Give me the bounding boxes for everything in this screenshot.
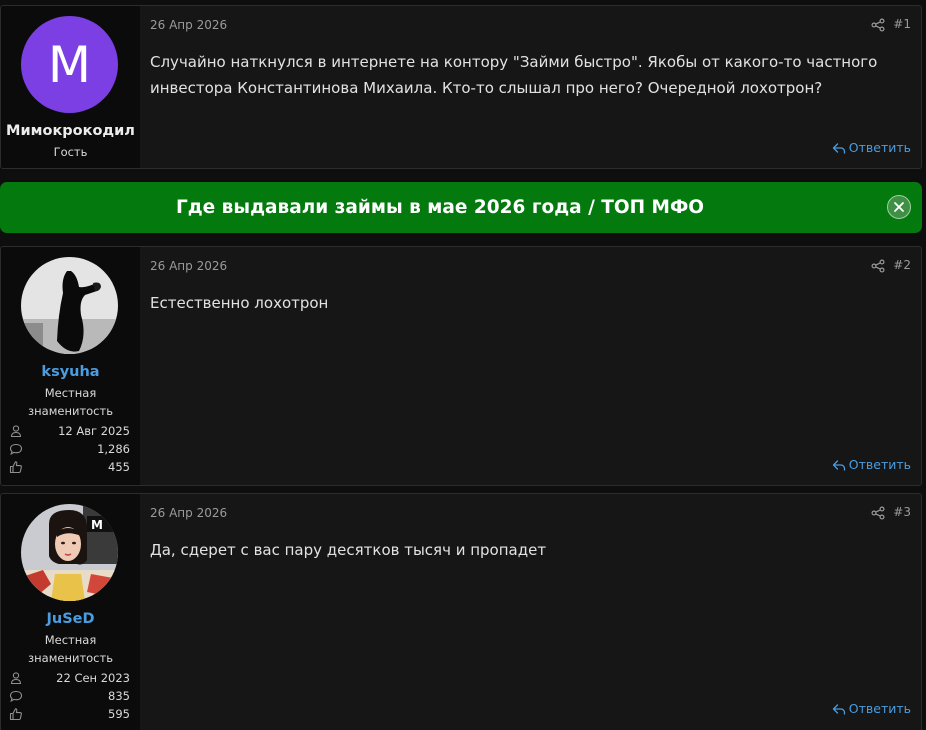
post-body: 26 Апр 2026 #2 Естественно лохотрон Отве… xyxy=(140,247,921,485)
username[interactable]: JuSeD xyxy=(1,611,140,627)
reaction-count: 455 xyxy=(108,460,130,474)
user-title: Местная знаменитость xyxy=(28,633,113,665)
avatar[interactable]: M xyxy=(21,16,118,113)
stat-reactions: 595 xyxy=(9,706,130,722)
avatar-image xyxy=(21,257,118,354)
message-count: 1,286 xyxy=(97,442,130,456)
username[interactable]: ksyuha xyxy=(1,364,140,380)
avatar-letter: M xyxy=(47,35,92,94)
reaction-count: 595 xyxy=(108,707,130,721)
post-user-column: M JuSeD Местная знаменитость 22 Сен 2023 xyxy=(1,494,140,730)
post-2: ksyuha Местная знаменитость 12 Авг 2025 … xyxy=(0,246,922,486)
svg-text:M: M xyxy=(91,518,103,532)
post-number[interactable]: #2 xyxy=(893,258,911,272)
joined-date: 22 Сен 2023 xyxy=(56,671,130,685)
reply-label: Ответить xyxy=(848,140,911,155)
post-3: M JuSeD Местная знаменитость 22 Сен 2023 xyxy=(0,493,922,730)
speech-bubble-icon xyxy=(9,690,23,703)
post-number[interactable]: #3 xyxy=(893,505,911,519)
reply-arrow-icon xyxy=(832,459,845,471)
post-body: 26 Апр 2026 #3 Да, сдерет с вас пару дес… xyxy=(140,494,921,730)
user-title: Местная знаменитость xyxy=(28,386,113,418)
share-icon[interactable] xyxy=(871,506,885,520)
joined-date: 12 Авг 2025 xyxy=(58,424,130,438)
post-number[interactable]: #1 xyxy=(893,17,911,31)
reply-button[interactable]: Ответить xyxy=(832,701,911,716)
reply-arrow-icon xyxy=(832,142,845,154)
promo-banner-text[interactable]: Где выдавали займы в мае 2026 года / ТОП… xyxy=(0,182,880,233)
user-icon xyxy=(10,672,22,685)
stat-reactions: 455 xyxy=(9,459,130,475)
reply-label: Ответить xyxy=(848,457,911,472)
avatar[interactable]: M xyxy=(21,504,118,601)
post-date[interactable]: 26 Апр 2026 xyxy=(150,506,227,520)
reply-button[interactable]: Ответить xyxy=(832,457,911,472)
promo-banner[interactable]: Где выдавали займы в мае 2026 года / ТОП… xyxy=(0,182,922,233)
avatar[interactable] xyxy=(21,257,118,354)
post-message: Да, сдерет с вас пару десятков тысяч и п… xyxy=(150,541,547,559)
post-date[interactable]: 26 Апр 2026 xyxy=(150,18,227,32)
post-message: Естественно лохотрон xyxy=(150,294,329,312)
user-icon xyxy=(10,425,22,438)
username[interactable]: Мимокрокодил xyxy=(1,123,140,139)
user-title: Гость xyxy=(53,145,88,159)
thumbs-up-icon xyxy=(9,461,22,474)
stat-messages: 1,286 xyxy=(9,441,130,457)
close-glyph xyxy=(894,202,904,212)
avatar-image: M xyxy=(21,504,118,601)
stat-messages: 835 xyxy=(9,688,130,704)
share-icon[interactable] xyxy=(871,259,885,273)
post-message: Случайно наткнулся в интернете на контор… xyxy=(150,53,878,97)
reply-label: Ответить xyxy=(848,701,911,716)
speech-bubble-icon xyxy=(9,443,23,456)
stat-joined: 12 Авг 2025 xyxy=(9,423,130,439)
stat-joined: 22 Сен 2023 xyxy=(9,670,130,686)
reply-button[interactable]: Ответить xyxy=(832,140,911,155)
message-count: 835 xyxy=(108,689,130,703)
thumbs-up-icon xyxy=(9,708,22,721)
share-icon[interactable] xyxy=(871,18,885,32)
close-icon[interactable] xyxy=(887,195,911,219)
reply-arrow-icon xyxy=(832,703,845,715)
post-user-column: ksyuha Местная знаменитость 12 Авг 2025 … xyxy=(1,247,140,485)
post-user-column: M Мимокрокодил Гость xyxy=(1,6,140,168)
post-1: M Мимокрокодил Гость 26 Апр 2026 #1 Случ… xyxy=(0,5,922,169)
post-body: 26 Апр 2026 #1 Случайно наткнулся в инте… xyxy=(140,6,921,168)
post-date[interactable]: 26 Апр 2026 xyxy=(150,259,227,273)
